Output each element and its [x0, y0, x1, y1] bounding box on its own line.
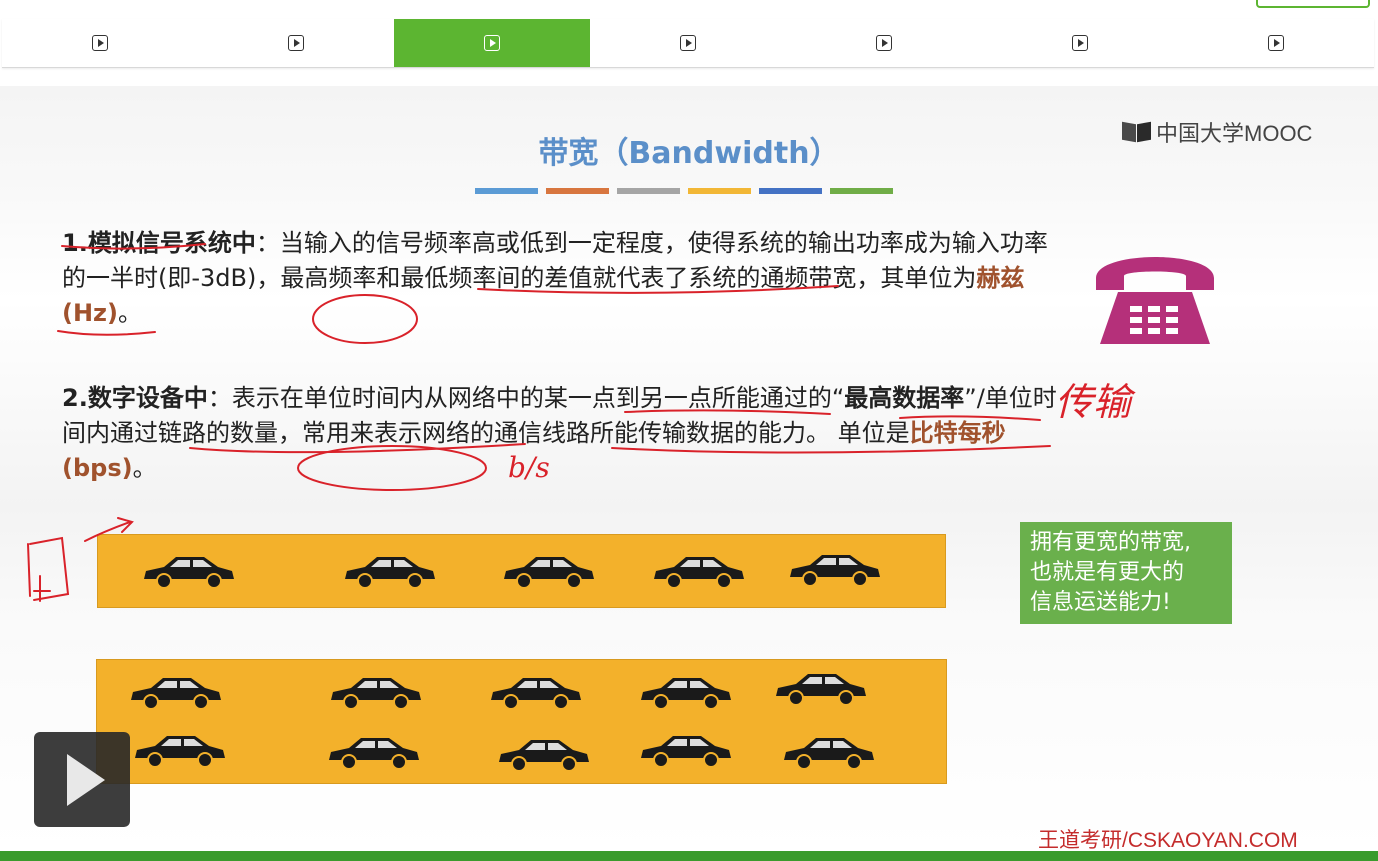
car-icon — [654, 557, 744, 589]
paragraph-digital-text: ：表示在单位时间内从网络中的某一点到另一点所能通过的“ — [207, 384, 845, 412]
telephone-icon — [1096, 257, 1214, 344]
play-square-icon — [92, 35, 108, 51]
title-color-bar-3 — [617, 188, 680, 194]
car-icon — [329, 738, 419, 770]
car-icon — [790, 555, 880, 587]
paragraph-analog: 1.模拟信号系统中：当输入的信号频率高或低到一定程度，使得系统的输出功率成为输入… — [62, 226, 1062, 331]
video-slide: 中国大学MOOC 带宽（Bandwidth） 1.模拟信号系统中：当输入的信号频… — [0, 86, 1378, 851]
title-color-bar-5 — [759, 188, 822, 194]
title-color-bar-1 — [475, 188, 538, 194]
progress-bar[interactable] — [0, 851, 1378, 861]
car-icon — [331, 678, 421, 710]
segment-tab-4[interactable] — [590, 19, 786, 67]
bandwidth-note-box: 拥有更宽的带宽, 也就是有更大的 信息运送能力! — [1020, 522, 1232, 624]
sketch-box — [27, 536, 70, 601]
video-segment-tabs — [2, 19, 1374, 68]
note-line-2: 也就是有更大的 — [1030, 560, 1185, 585]
title-color-bars — [475, 188, 893, 194]
car-icon — [131, 678, 221, 710]
video-play-button[interactable] — [34, 732, 130, 827]
play-square-icon — [1072, 35, 1088, 51]
note-line-1: 拥有更宽的带宽, — [1030, 530, 1191, 555]
handwritten-note-bps: b/s — [508, 451, 550, 484]
note-line-3: 信息运送能力! — [1030, 590, 1171, 615]
segment-tab-6[interactable] — [982, 19, 1178, 67]
top-action-button[interactable] — [1256, 0, 1370, 8]
play-square-icon — [876, 35, 892, 51]
max-data-rate: 最高数据率 — [844, 384, 965, 412]
car-icon — [776, 674, 866, 706]
car-icon — [144, 557, 234, 589]
title-color-bar-2 — [546, 188, 609, 194]
play-square-icon — [484, 35, 500, 51]
segment-tab-3[interactable] — [394, 19, 590, 67]
watermark: 王道考研/CSKAOYAN.COM — [1038, 829, 1298, 852]
slide-title: 带宽（Bandwidth） — [538, 136, 840, 171]
segment-tab-5[interactable] — [786, 19, 982, 67]
wide-road — [96, 659, 947, 784]
paragraph-analog-end: 。 — [118, 299, 142, 327]
segment-tab-2[interactable] — [198, 19, 394, 67]
play-square-icon — [288, 35, 304, 51]
segment-tab-1[interactable] — [2, 19, 198, 67]
handwritten-note-transmit: 传输 — [1055, 380, 1132, 424]
car-icon — [641, 736, 731, 768]
car-icon — [504, 557, 594, 589]
car-icon — [641, 678, 731, 710]
paragraph-digital: 2.数字设备中：表示在单位时间内从网络中的某一点到另一点所能通过的“最高数据率”… — [62, 381, 1062, 486]
narrow-road — [97, 534, 946, 608]
play-icon — [67, 753, 105, 806]
car-icon — [491, 678, 581, 710]
car-icon — [784, 738, 874, 770]
top-bar — [0, 0, 1378, 18]
paragraph-analog-lead: 1.模拟信号系统中 — [62, 229, 256, 257]
title-color-bar-6 — [830, 188, 893, 194]
paragraph-digital-end: 。 — [132, 454, 157, 482]
title-color-bar-4 — [688, 188, 751, 194]
play-square-icon — [680, 35, 696, 51]
car-icon — [499, 740, 589, 772]
play-square-icon — [1268, 35, 1284, 51]
underline-passband — [57, 330, 156, 336]
sketch-mark — [33, 575, 51, 602]
segment-tab-7[interactable] — [1178, 19, 1374, 67]
car-icon — [345, 557, 435, 589]
paragraph-digital-lead: 2.数字设备中 — [62, 384, 208, 412]
car-icon — [135, 736, 225, 768]
